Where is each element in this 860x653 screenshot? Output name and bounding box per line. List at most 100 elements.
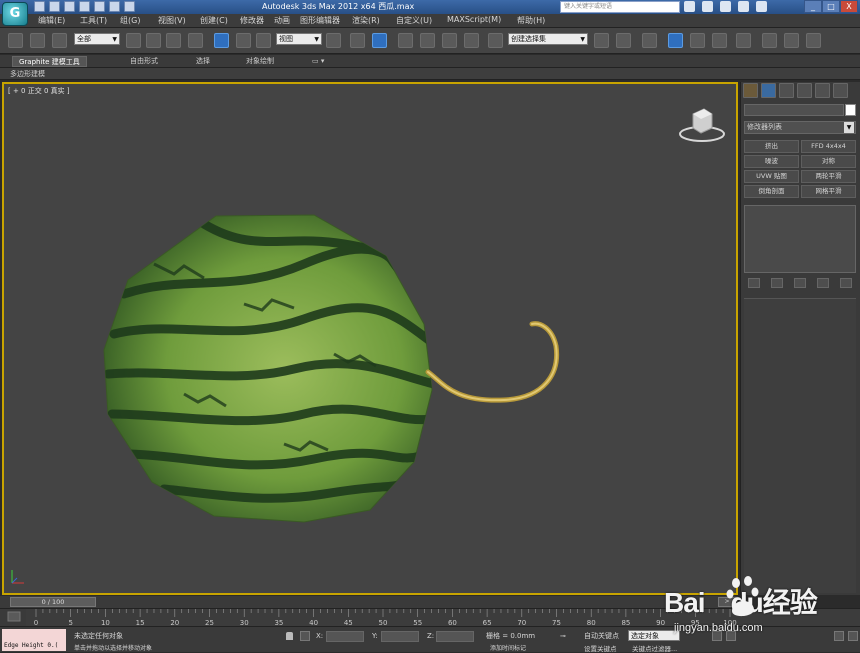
object-name-field[interactable]: [744, 104, 844, 116]
menu-help[interactable]: 帮助(H): [517, 15, 545, 26]
communication-icon[interactable]: [720, 1, 731, 12]
symmetry-button[interactable]: 对称: [801, 155, 856, 168]
modifier-stack[interactable]: [744, 205, 856, 273]
selection-filter-dropdown[interactable]: 全部 ▼: [74, 33, 120, 45]
quick-access-dropdown-icon[interactable]: [124, 1, 135, 12]
object-color-swatch[interactable]: [845, 104, 856, 116]
configure-sets-icon[interactable]: [840, 278, 852, 288]
meshsmooth-button[interactable]: 网格平滑: [801, 185, 856, 198]
snaps-toggle-icon[interactable]: [398, 33, 413, 48]
material-editor-icon[interactable]: [736, 33, 751, 48]
favorites-icon[interactable]: [738, 1, 749, 12]
auto-key-label[interactable]: 自动关键点: [584, 631, 619, 641]
menu-rendering[interactable]: 渲染(R): [352, 15, 380, 26]
schematic-view-icon[interactable]: [712, 33, 727, 48]
polygon-modeling-label[interactable]: 多边形建模: [10, 69, 45, 79]
hierarchy-tab-icon[interactable]: [779, 83, 794, 98]
select-and-scale-icon[interactable]: [256, 33, 271, 48]
viewcube[interactable]: [678, 106, 728, 146]
pivot-center-icon[interactable]: [326, 33, 341, 48]
select-and-move-icon[interactable]: [214, 33, 229, 48]
display-tab-icon[interactable]: [815, 83, 830, 98]
redo-icon[interactable]: [94, 1, 105, 12]
named-selection-dropdown[interactable]: 创建选择集 ▼: [508, 33, 588, 45]
subscription-icon[interactable]: [702, 1, 713, 12]
make-unique-icon[interactable]: [794, 278, 806, 288]
ffd-button[interactable]: FFD 4x4x4: [801, 140, 856, 153]
turbosmooth-button[interactable]: 两轮平滑: [801, 170, 856, 183]
help-icon[interactable]: [756, 1, 767, 12]
pin-stack-icon[interactable]: [748, 278, 760, 288]
maxscript-listener[interactable]: Edge Height 0.(: [2, 629, 66, 651]
undo-icon[interactable]: [79, 1, 90, 12]
app-logo-button[interactable]: G: [2, 2, 28, 26]
perspective-viewport[interactable]: [ + 0 正交 0 真实 ]: [2, 82, 738, 595]
utilities-tab-icon[interactable]: [833, 83, 848, 98]
rendered-frame-window-icon[interactable]: [784, 33, 799, 48]
link-icon[interactable]: [8, 33, 23, 48]
unlink-icon[interactable]: [30, 33, 45, 48]
keyboard-shortcut-override-icon[interactable]: [372, 33, 387, 48]
menu-views[interactable]: 视图(V): [158, 15, 186, 26]
spinner-snap-icon[interactable]: [464, 33, 479, 48]
select-and-manipulate-icon[interactable]: [350, 33, 365, 48]
mini-curve-editor-icon[interactable]: [7, 611, 21, 622]
z-coordinate-field[interactable]: [436, 631, 474, 642]
search-icon[interactable]: [684, 1, 695, 12]
modifier-list-dropdown[interactable]: 修改器列表 ▼: [744, 121, 856, 134]
edit-named-selection-icon[interactable]: [488, 33, 503, 48]
tab-freeform[interactable]: 自由形式: [124, 56, 164, 67]
time-slider-thumb[interactable]: 0 / 100: [10, 597, 96, 607]
absolute-mode-icon[interactable]: [300, 631, 310, 641]
noise-button[interactable]: 噪波: [744, 155, 799, 168]
y-coordinate-field[interactable]: [381, 631, 419, 642]
remove-modifier-icon[interactable]: [817, 278, 829, 288]
render-production-icon[interactable]: [806, 33, 821, 48]
motion-tab-icon[interactable]: [797, 83, 812, 98]
menu-animation[interactable]: 动画: [274, 15, 290, 26]
menu-create[interactable]: 创建(C): [200, 15, 228, 26]
graphite-toggle-icon[interactable]: [668, 33, 683, 48]
bind-space-warp-icon[interactable]: [52, 33, 67, 48]
x-coordinate-field[interactable]: [326, 631, 364, 642]
bevel-profile-button[interactable]: 倒角剖面: [744, 185, 799, 198]
modify-tab-icon[interactable]: [761, 83, 776, 98]
menu-graph-editors[interactable]: 图形编辑器: [300, 15, 340, 26]
menu-customize[interactable]: 自定义(U): [396, 15, 432, 26]
new-file-icon[interactable]: [34, 1, 45, 12]
menu-edit[interactable]: 编辑(E): [38, 15, 65, 26]
select-object-icon[interactable]: [126, 33, 141, 48]
minimize-button[interactable]: _: [804, 0, 822, 13]
reference-coordinate-dropdown[interactable]: 视图 ▼: [276, 33, 322, 45]
close-button[interactable]: X: [840, 0, 858, 13]
menu-maxscript[interactable]: MAXScript(M): [447, 15, 501, 24]
menu-tools[interactable]: 工具(T): [80, 15, 107, 26]
search-input[interactable]: 键入关键字或短语: [560, 1, 680, 13]
menu-group[interactable]: 组(G): [120, 15, 140, 26]
open-file-icon[interactable]: [49, 1, 60, 12]
add-time-tag[interactable]: 添加时间标记: [490, 643, 526, 652]
angle-snap-icon[interactable]: [420, 33, 435, 48]
align-icon[interactable]: [616, 33, 631, 48]
lock-icon[interactable]: [286, 632, 293, 640]
extrude-button[interactable]: 挤出: [744, 140, 799, 153]
watermelon-model[interactable]: [4, 84, 738, 595]
tab-graphite-modeling[interactable]: Graphite 建模工具: [12, 56, 87, 67]
layer-manager-icon[interactable]: [642, 33, 657, 48]
mirror-icon[interactable]: [594, 33, 609, 48]
render-setup-icon[interactable]: [762, 33, 777, 48]
select-and-rotate-icon[interactable]: [236, 33, 251, 48]
rectangular-selection-icon[interactable]: [166, 33, 181, 48]
menu-modifiers[interactable]: 修改器: [240, 15, 264, 26]
project-folder-icon[interactable]: [109, 1, 120, 12]
curve-editor-icon[interactable]: [690, 33, 705, 48]
save-file-icon[interactable]: [64, 1, 75, 12]
percent-snap-icon[interactable]: [442, 33, 457, 48]
create-tab-icon[interactable]: [743, 83, 758, 98]
show-end-result-icon[interactable]: [771, 278, 783, 288]
maximize-button[interactable]: □: [822, 0, 840, 13]
select-by-name-icon[interactable]: [146, 33, 161, 48]
time-slider[interactable]: 0 / 100 >: [0, 596, 738, 608]
tab-object-paint[interactable]: 对象绘制: [240, 56, 280, 67]
uvw-map-button[interactable]: UVW 贴图: [744, 170, 799, 183]
